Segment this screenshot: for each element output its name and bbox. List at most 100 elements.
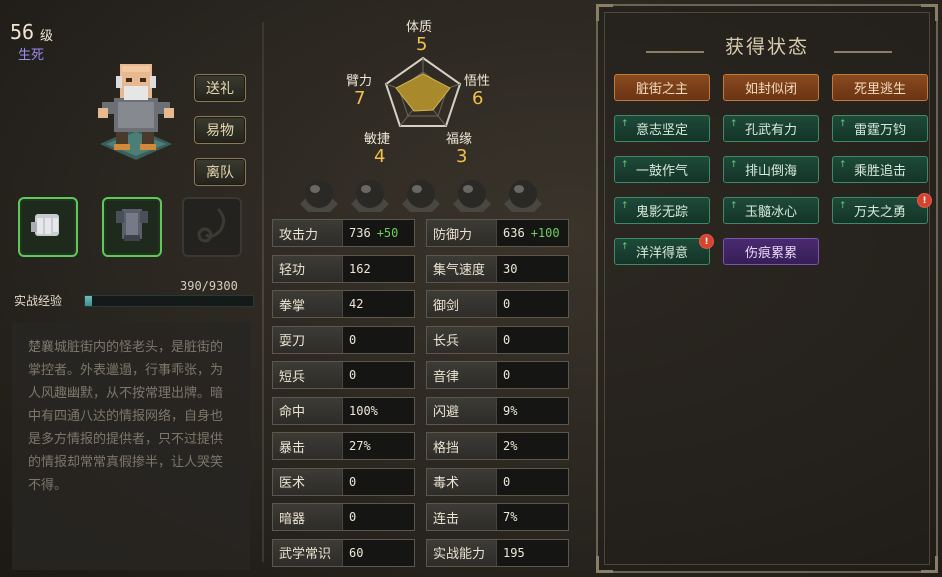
trade-button[interactable]: 易物 bbox=[194, 116, 246, 144]
stat-value: 2% bbox=[503, 439, 518, 453]
up-arrow-icon: ↑ bbox=[730, 201, 738, 211]
stat-label: 拳掌 bbox=[273, 291, 343, 317]
stat-value: 100% bbox=[349, 403, 378, 418]
stat-label: 实战能力 bbox=[427, 539, 497, 566]
character-description: 楚襄城脏街内的怪老头，是脏街的掌控者。外表邋遢，行事乖张，为人风趣幽默，从不按常… bbox=[12, 322, 250, 570]
stat-label: 暴击 bbox=[273, 433, 343, 459]
stat-label: 防御力 bbox=[427, 220, 497, 246]
status-title: 获得状态 bbox=[724, 36, 809, 58]
skill-orb-slot[interactable] bbox=[298, 176, 340, 214]
gift-button[interactable]: 送礼 bbox=[194, 74, 246, 102]
buff-name: 如封似闭 bbox=[744, 82, 797, 97]
up-arrow-icon: ↑ bbox=[839, 119, 847, 129]
up-arrow-icon: ↑ bbox=[839, 160, 847, 170]
skill-orb-slot[interactable] bbox=[502, 176, 544, 214]
stat-row: 医术 0 bbox=[272, 467, 415, 496]
attribute-radar: 体质 5 臂力 7 悟性 6 敏捷 4 福缘 3 bbox=[318, 14, 528, 174]
buff-badge[interactable]: ↑ 鬼影无踪 bbox=[614, 197, 710, 224]
buff-badge[interactable]: 伤痕累累 bbox=[723, 238, 819, 265]
stat-value: 736 bbox=[349, 226, 371, 240]
stat-value: 9% bbox=[503, 403, 518, 418]
stat-row: 实战能力 195 bbox=[426, 538, 569, 567]
up-arrow-icon: ↑ bbox=[730, 160, 738, 170]
buff-badge[interactable]: ↑ 意志坚定 bbox=[614, 115, 710, 142]
title-ornament-right bbox=[834, 51, 892, 53]
equip-slot-gloves[interactable] bbox=[18, 197, 78, 257]
buff-name: 死里逃生 bbox=[853, 82, 906, 97]
armor-icon bbox=[114, 205, 150, 249]
attr-constitution-name: 体质 bbox=[406, 20, 433, 35]
buff-badge[interactable]: 死里逃生 bbox=[832, 74, 928, 101]
realm-label: 生死 bbox=[18, 48, 45, 63]
buff-name: 脏街之主 bbox=[635, 82, 688, 97]
stat-label: 医术 bbox=[273, 468, 343, 495]
stat-value: 0 bbox=[349, 368, 357, 382]
experience-bar bbox=[84, 295, 254, 307]
buff-badge[interactable]: ↑ 乘胜追击 bbox=[832, 156, 928, 183]
stat-value: 0 bbox=[503, 368, 511, 382]
stat-row: 轻功 162 bbox=[272, 254, 415, 283]
stat-value: 0 bbox=[503, 332, 511, 347]
buff-name: 伤痕累累 bbox=[744, 246, 797, 261]
stat-bonus: +100 bbox=[530, 226, 560, 240]
stat-row: 闪避 9% bbox=[426, 396, 569, 425]
stat-row: 长兵 0 bbox=[426, 325, 569, 354]
buff-badge[interactable]: ↑ 排山倒海 bbox=[723, 156, 819, 183]
skill-orb-slot[interactable] bbox=[451, 176, 493, 214]
stat-row: 连击 7% bbox=[426, 503, 569, 531]
buff-badge[interactable]: ↑ 雷霆万钧 bbox=[832, 115, 928, 142]
skill-orb-slot[interactable] bbox=[349, 176, 391, 214]
up-arrow-icon: ↑ bbox=[621, 119, 629, 129]
equip-slot-accessory[interactable] bbox=[182, 197, 242, 257]
buff-badge[interactable]: ↑ 洋洋得意! bbox=[614, 234, 714, 265]
attr-fortune-name: 福缘 bbox=[446, 132, 473, 147]
equip-slot-armor[interactable] bbox=[102, 197, 162, 257]
attr-strength-name: 臂力 bbox=[346, 74, 373, 89]
stat-value: 60 bbox=[349, 545, 364, 560]
stat-row: 短兵 0 bbox=[272, 361, 415, 389]
leave-party-button[interactable]: 离队 bbox=[194, 158, 246, 186]
stat-label: 格挡 bbox=[427, 433, 497, 459]
stat-row: 暗器 0 bbox=[272, 503, 415, 531]
alert-icon: ! bbox=[699, 234, 714, 249]
stat-value: 636 bbox=[503, 226, 525, 240]
buff-name: 乘胜追击 bbox=[853, 164, 906, 179]
buff-badge[interactable]: ↑ 万夫之勇! bbox=[832, 193, 932, 224]
up-arrow-icon: ↑ bbox=[621, 242, 629, 252]
experience-text: 390/9300 bbox=[180, 279, 238, 293]
stat-label: 御剑 bbox=[427, 291, 497, 317]
stat-value: 162 bbox=[349, 261, 371, 276]
stat-value: 30 bbox=[503, 261, 518, 276]
alert-icon: ! bbox=[917, 193, 932, 208]
character-portrait bbox=[90, 56, 182, 168]
buff-name: 意志坚定 bbox=[635, 123, 688, 138]
panel-divider bbox=[262, 22, 264, 562]
stat-value: 7% bbox=[503, 510, 518, 524]
attr-agility-value: 4 bbox=[374, 146, 386, 167]
stat-label: 连击 bbox=[427, 504, 497, 530]
up-arrow-icon: ↑ bbox=[839, 201, 847, 211]
buff-badge[interactable]: 脏街之主 bbox=[614, 74, 710, 101]
buff-name: 孔武有力 bbox=[744, 123, 797, 138]
stat-value: 0 bbox=[349, 510, 357, 524]
buff-badge[interactable]: 如封似闭 bbox=[723, 74, 819, 101]
panel-corner bbox=[921, 556, 938, 573]
stat-row: 防御力 636 +100 bbox=[426, 219, 569, 247]
up-arrow-icon: ↑ bbox=[730, 119, 738, 129]
stat-value: 0 bbox=[503, 297, 511, 311]
buff-badge[interactable]: ↑ 玉髓冰心 bbox=[723, 197, 819, 224]
buff-badge[interactable]: ↑ 孔武有力 bbox=[723, 115, 819, 142]
stat-value: 0 bbox=[503, 474, 511, 489]
stat-label: 攻击力 bbox=[273, 220, 343, 246]
attr-insight-name: 悟性 bbox=[464, 74, 491, 89]
up-arrow-icon: ↑ bbox=[621, 201, 629, 211]
stat-value: 195 bbox=[503, 545, 525, 560]
level-unit: 级 bbox=[40, 29, 54, 44]
stat-row: 武学常识 60 bbox=[272, 538, 415, 567]
skill-orb-slot[interactable] bbox=[400, 176, 442, 214]
buff-badge[interactable]: ↑ 一鼓作气 bbox=[614, 156, 710, 183]
stat-value: 42 bbox=[349, 297, 364, 311]
stat-label: 音律 bbox=[427, 362, 497, 388]
stat-row: 攻击力 736 +50 bbox=[272, 219, 415, 247]
buff-name: 万夫之勇 bbox=[853, 205, 906, 220]
